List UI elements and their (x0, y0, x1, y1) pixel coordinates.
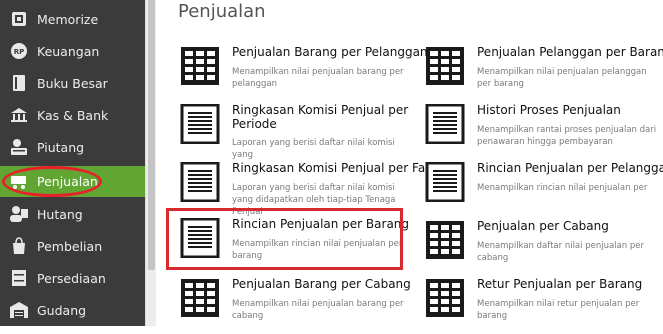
document-icon (425, 103, 465, 145)
ledger-book-icon (10, 74, 28, 92)
sidebar-scrollbar[interactable] (145, 0, 156, 326)
sidebar-item-label: Pembelian (37, 238, 103, 254)
report-title: Ringkasan Komisi Penjual per Periode (232, 103, 409, 131)
rp-coin-icon: RP (10, 42, 28, 60)
sidebar-item-hutang[interactable]: Hutang (0, 198, 145, 230)
report-description: Menampilkan daftar nilai penjualan per c… (477, 241, 644, 263)
report-title: Penjualan per Cabang (477, 219, 609, 233)
highlight-box (166, 208, 403, 270)
document-icon (180, 161, 220, 203)
report-ringkasan-komisi-per-periode[interactable]: Ringkasan Komisi Penjual per Periode Lap… (180, 103, 415, 160)
report-title: Rincian Penjualan per Pelanggan (477, 161, 663, 175)
scrollbar-thumb[interactable] (148, 0, 155, 270)
sidebar-item-memorize[interactable]: Memorize (0, 3, 145, 35)
grid-icon (425, 46, 465, 86)
sidebar-item-persediaan[interactable]: Persediaan (0, 262, 145, 294)
sidebar-item-gudang[interactable]: Gudang (0, 294, 145, 326)
report-penjualan-barang-per-pelanggan[interactable]: Penjualan Barang per Pelanggan Menampilk… (180, 45, 428, 102)
document-icon (425, 161, 465, 203)
report-description: Menampilkan nilai penjualan barang per c… (232, 299, 404, 321)
report-title: Ringkasan Komisi Penjual per Faktur (232, 161, 450, 175)
receivable-icon (10, 138, 28, 156)
highlight-ellipse (2, 166, 102, 197)
report-description: Menampilkan rincian nilai penjualan per (477, 183, 648, 193)
page-title: Penjualan (178, 1, 266, 22)
payable-icon (10, 205, 28, 223)
memorize-icon (10, 10, 28, 28)
sidebar-item-buku-besar[interactable]: Buku Besar (0, 67, 145, 99)
sidebar-item-pembelian[interactable]: Pembelian (0, 230, 145, 262)
report-description: Menampilkan rantai proses penjualan dari… (477, 125, 657, 147)
document-icon (180, 103, 220, 145)
report-penjualan-pelanggan-per-barang[interactable]: Penjualan Pelanggan per Barang Menampilk… (425, 45, 663, 102)
sidebar-item-label: Kas & Bank (37, 107, 109, 123)
sidebar-item-label: Keuangan (37, 43, 100, 59)
grid-icon (180, 46, 220, 86)
warehouse-icon (10, 301, 28, 319)
report-rincian-penjualan-per-pelanggan[interactable]: Rincian Penjualan per Pelanggan Menampil… (425, 161, 663, 218)
report-histori-proses-penjualan[interactable]: Histori Proses Penjualan Menampilkan ran… (425, 103, 660, 160)
report-penjualan-per-cabang[interactable]: Penjualan per Cabang Menampilkan daftar … (425, 219, 660, 276)
grid-icon (180, 278, 220, 318)
report-title: Penjualan Barang per Cabang (232, 277, 411, 291)
report-description: Menampilkan nilai penjualan barang per p… (232, 67, 404, 89)
report-title: Penjualan Pelanggan per Barang (477, 45, 663, 59)
sidebar-item-keuangan[interactable]: RP Keuangan (0, 35, 145, 67)
sidebar: Memorize RP Keuangan Buku Besar Kas & Ba… (0, 0, 145, 326)
sidebar-item-label: Hutang (37, 206, 83, 222)
purchase-icon (10, 237, 28, 255)
sidebar-item-label: Gudang (37, 302, 87, 318)
inventory-icon (10, 269, 28, 287)
report-title: Histori Proses Penjualan (477, 103, 621, 117)
svg-text:RP: RP (14, 48, 25, 56)
report-title: Retur Penjualan per Barang (477, 277, 643, 291)
report-description: Menampilkan nilai penjualan pelanggan pe… (477, 67, 647, 89)
report-description: Menampilkan nilai retur penjualan per ba… (477, 299, 640, 321)
report-description: Laporan yang berisi daftar nilai komisi … (232, 138, 395, 160)
sidebar-item-label: Memorize (37, 11, 99, 27)
grid-icon (425, 220, 465, 260)
sidebar-item-label: Buku Besar (37, 75, 108, 91)
sidebar-item-kas-bank[interactable]: Kas & Bank (0, 99, 145, 131)
bank-icon (10, 106, 28, 124)
report-title: Penjualan Barang per Pelanggan (232, 45, 428, 59)
sidebar-item-label: Persediaan (37, 270, 106, 286)
sidebar-item-piutang[interactable]: Piutang (0, 131, 145, 163)
grid-icon (425, 278, 465, 318)
sidebar-item-label: Piutang (37, 139, 85, 155)
